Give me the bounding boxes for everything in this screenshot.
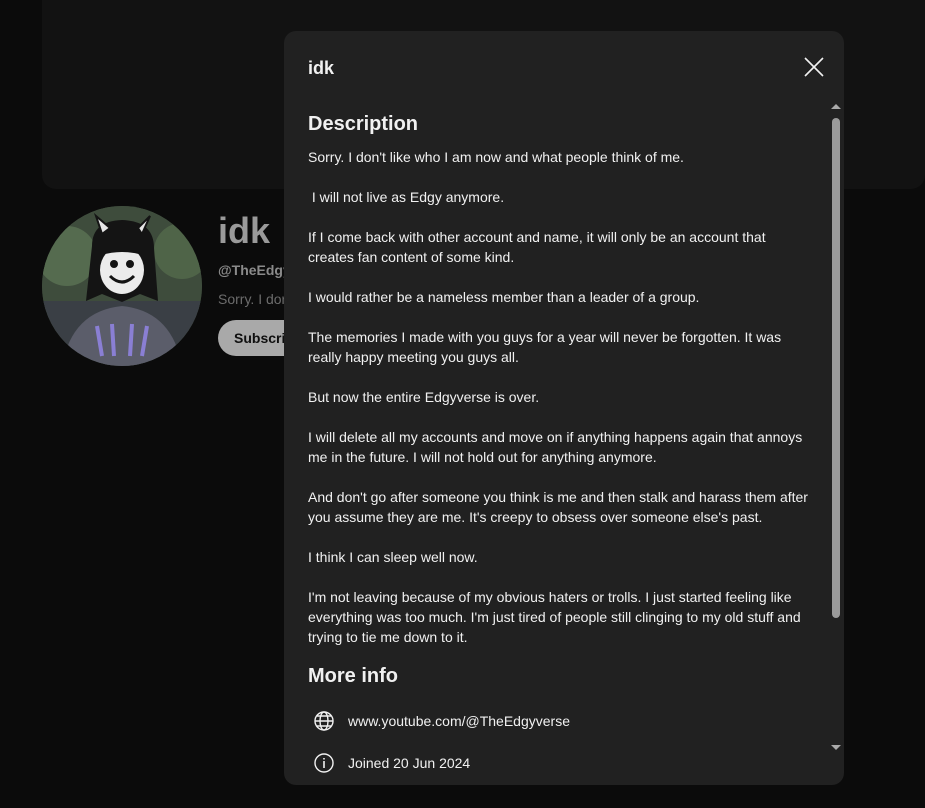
- joined-date: Joined 20 Jun 2024: [348, 755, 471, 771]
- scroll-down-arrow[interactable]: [831, 745, 841, 750]
- description-paragraph: If I come back with other account and na…: [308, 229, 766, 265]
- avatar-image: [42, 206, 202, 366]
- scroll-up-arrow[interactable]: [831, 104, 841, 109]
- channel-name: idk: [218, 210, 271, 251]
- description-paragraph: I think I can sleep well now.: [308, 549, 478, 565]
- channel-description-preview[interactable]: Sorry. I dor: [218, 291, 286, 307]
- description-paragraph: The memories I made with you guys for a …: [308, 329, 782, 365]
- info-icon: [314, 753, 334, 773]
- close-icon: [804, 57, 824, 77]
- description-paragraph: And don't go after someone you think is …: [308, 489, 808, 525]
- scrollbar-thumb[interactable]: [832, 118, 840, 618]
- description-heading: Description: [308, 113, 419, 135]
- channel-handle[interactable]: @TheEdgy: [218, 262, 291, 278]
- close-button[interactable]: [798, 51, 830, 83]
- description-paragraph: I will delete all my accounts and move o…: [308, 429, 803, 465]
- globe-icon: [314, 711, 334, 731]
- channel-link-row[interactable]: www.youtube.com/@TheEdgyverse: [308, 709, 570, 733]
- channel-page: idk @TheEdgy Sorry. I dor Subscrib idk D…: [0, 0, 925, 808]
- more-info-heading: More info: [308, 665, 398, 687]
- description-paragraph: I'm not leaving because of my obvious ha…: [308, 589, 801, 645]
- description-paragraph: But now the entire Edgyverse is over.: [308, 389, 540, 405]
- dialog-title: idk: [308, 58, 335, 78]
- avatar[interactable]: [42, 206, 202, 366]
- about-dialog: idk Description Sorry. I don't like who …: [284, 31, 844, 785]
- dialog-content: Description Sorry. I don't like who I am…: [308, 111, 808, 785]
- description-paragraph: I would rather be a nameless member than…: [308, 289, 700, 305]
- description-text: Sorry. I don't like who I am now and wha…: [308, 147, 808, 667]
- description-paragraph: I will not live as Edgy anymore.: [308, 189, 505, 205]
- description-paragraph: Sorry. I don't like who I am now and wha…: [308, 149, 684, 165]
- joined-row: Joined 20 Jun 2024: [308, 751, 470, 775]
- channel-link[interactable]: www.youtube.com/@TheEdgyverse: [348, 713, 570, 729]
